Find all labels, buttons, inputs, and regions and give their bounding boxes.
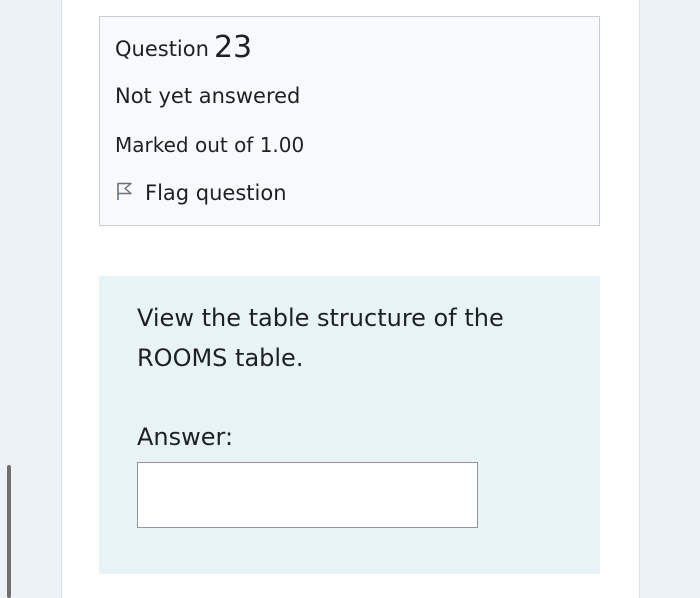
scrollbar-thumb[interactable] <box>7 465 11 598</box>
question-grade: Marked out of 1.00 <box>115 133 305 157</box>
flag-outline-icon <box>115 181 145 205</box>
quiz-page: Question 23 Not yet answered Marked out o… <box>62 0 639 598</box>
flag-question-link[interactable]: Flag question <box>115 181 287 205</box>
right-margin <box>639 0 700 598</box>
question-info-box: Question 23 Not yet answered Marked out o… <box>99 16 600 226</box>
question-state: Not yet answered <box>115 84 301 108</box>
question-title-prefix: Question <box>115 37 209 61</box>
question-title: Question 23 <box>115 29 253 65</box>
answer-input[interactable] <box>137 462 478 528</box>
question-content-box: View the table structure of the ROOMS ta… <box>99 276 600 574</box>
left-margin <box>0 0 62 598</box>
answer-label: Answer: <box>137 423 234 451</box>
question-number: 23 <box>213 30 253 65</box>
question-text: View the table structure of the ROOMS ta… <box>137 304 504 372</box>
flag-question-label: Flag question <box>145 181 287 205</box>
